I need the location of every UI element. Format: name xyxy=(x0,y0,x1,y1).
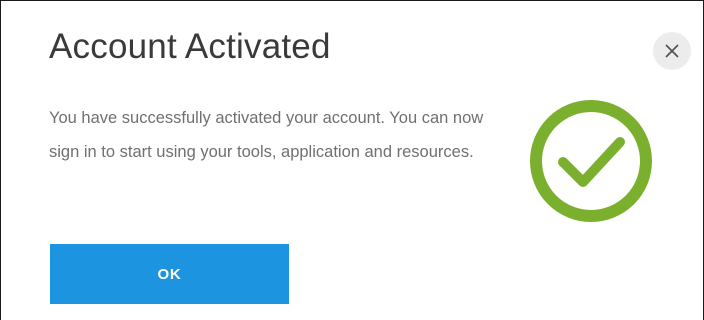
dialog-title: Account Activated xyxy=(49,27,331,66)
close-icon xyxy=(665,44,679,58)
dialog-message: You have successfully activated your acc… xyxy=(49,109,484,161)
ok-button[interactable]: OK xyxy=(50,244,289,304)
account-activated-dialog: Account Activated You have successfully … xyxy=(0,0,704,320)
checkmark-circle-icon xyxy=(530,100,652,222)
close-button[interactable] xyxy=(653,32,691,70)
